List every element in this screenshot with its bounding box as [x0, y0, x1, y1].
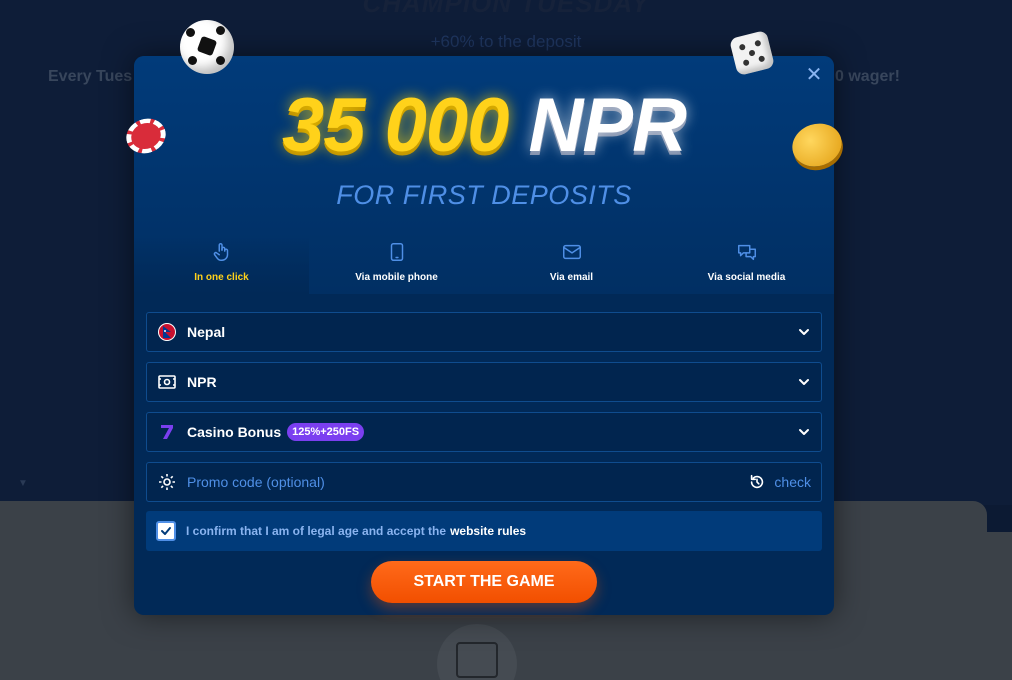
id-card-icon: [456, 642, 498, 678]
refresh-icon: [751, 474, 764, 489]
promo-code-field: check: [146, 462, 822, 502]
tab-label: In one click: [194, 272, 249, 283]
background-subheading: +60% to the deposit: [430, 32, 582, 51]
bonus-amount: 35 000 NPR: [134, 82, 834, 170]
gear-icon: [159, 474, 175, 490]
nepal-flag-icon: [158, 323, 176, 341]
promo-code-input[interactable]: [187, 474, 707, 490]
country-select[interactable]: Nepal: [146, 312, 822, 352]
bonus-badge: 125%+250FS: [287, 423, 365, 441]
registration-modal: ✕ 35 000 NPR FOR FIRST DEPOSITS In one c…: [134, 56, 834, 615]
envelope-icon: [562, 244, 581, 260]
legal-age-checkbox[interactable]: [156, 521, 176, 541]
chevron-down-icon: [799, 329, 809, 335]
website-rules-link[interactable]: website rules: [450, 524, 526, 538]
background-right-text: 0 wager!: [835, 68, 900, 85]
check-promo-button[interactable]: check: [748, 473, 811, 491]
chevron-down-icon: [799, 379, 809, 385]
bonus-subtitle: FOR FIRST DEPOSITS: [336, 180, 632, 210]
currency-select[interactable]: NPR: [146, 362, 822, 402]
registration-tabs: In one click Via mobile phone Via email …: [134, 236, 834, 294]
casino-seven-icon: [161, 425, 173, 439]
tab-email[interactable]: Via email: [484, 236, 659, 294]
tab-one-click[interactable]: In one click: [134, 236, 309, 294]
tab-mobile-phone[interactable]: Via mobile phone: [309, 236, 484, 294]
tab-label: Via mobile phone: [355, 272, 438, 283]
legal-age-text: I confirm that I am of legal age and acc…: [186, 524, 447, 538]
bonus-amount-currency: NPR: [528, 83, 687, 168]
chevron-down-icon: [799, 429, 809, 435]
country-value: Nepal: [187, 324, 226, 340]
tab-label: Via social media: [707, 272, 786, 283]
checkmark-icon: [161, 527, 171, 535]
chat-bubbles-icon: [737, 244, 756, 261]
bonus-select[interactable]: Casino Bonus 125%+250FS: [146, 412, 822, 452]
background-heading: CHAMPION TUESDAY: [362, 0, 650, 18]
bonus-amount-number: 35 000: [281, 83, 509, 168]
bonus-value: Casino Bonus: [187, 424, 282, 440]
start-game-button[interactable]: START THE GAME: [371, 561, 597, 603]
pointer-hand-icon: [213, 243, 228, 261]
background-left-text: Every Tues: [48, 68, 133, 85]
mobile-phone-icon: [390, 243, 403, 261]
tab-social-media[interactable]: Via social media: [659, 236, 834, 294]
soccer-ball-icon: [180, 20, 234, 74]
currency-value: NPR: [187, 374, 217, 390]
check-promo-label: check: [774, 474, 811, 490]
legal-age-confirmation: I confirm that I am of legal age and acc…: [146, 511, 822, 551]
tab-label: Via email: [549, 272, 594, 283]
background-arrow-icon: ▼: [18, 478, 28, 489]
banknote-icon: [158, 375, 176, 389]
